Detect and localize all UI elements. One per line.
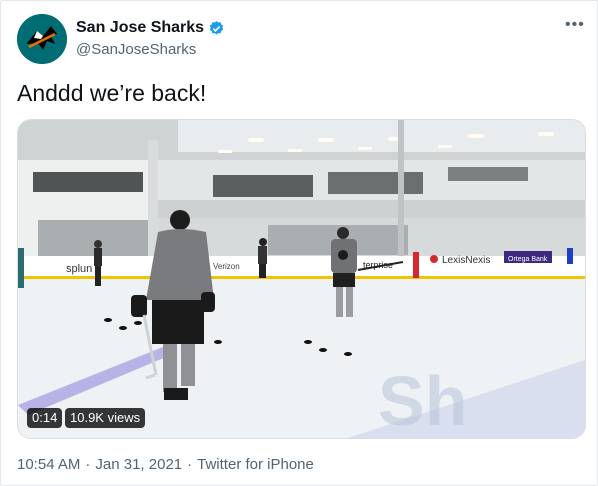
sharks-logo-icon xyxy=(17,14,67,64)
svg-text:Ortega Bank: Ortega Bank xyxy=(508,256,548,263)
user-handle[interactable]: @SanJoseSharks xyxy=(76,41,196,58)
view-count-badge: 10.9K views xyxy=(65,408,146,428)
display-name[interactable]: San Jose Sharks xyxy=(76,19,204,37)
separator: · xyxy=(85,456,91,473)
svg-text:LexisNexis: LexisNexis xyxy=(442,255,490,266)
tweet-source-link[interactable]: Twitter for iPhone xyxy=(197,456,314,473)
tweet-date-link[interactable]: Jan 31, 2021 xyxy=(95,456,182,473)
svg-text:splun: splun xyxy=(66,263,92,275)
svg-text:Verizon: Verizon xyxy=(213,262,240,271)
tweet-metadata: 10:54 AM · Jan 31, 2021 · Twitter for iP… xyxy=(17,456,314,473)
author-name-row[interactable]: San Jose Sharks xyxy=(76,19,225,37)
avatar[interactable] xyxy=(17,14,67,64)
svg-text:Sh: Sh xyxy=(378,362,467,438)
tweet-text: Anddd we’re back! xyxy=(17,80,207,106)
verified-badge-icon xyxy=(209,20,224,35)
tweet-time-link[interactable]: 10:54 AM xyxy=(17,456,80,473)
more-options-icon[interactable]: ••• xyxy=(565,16,585,34)
video-thumbnail: splun Verizon terprise LexisNexis Ortega… xyxy=(18,120,585,438)
video-player[interactable]: splun Verizon terprise LexisNexis Ortega… xyxy=(17,119,586,439)
video-duration-badge: 0:14 xyxy=(27,408,63,428)
separator: · xyxy=(187,456,193,473)
